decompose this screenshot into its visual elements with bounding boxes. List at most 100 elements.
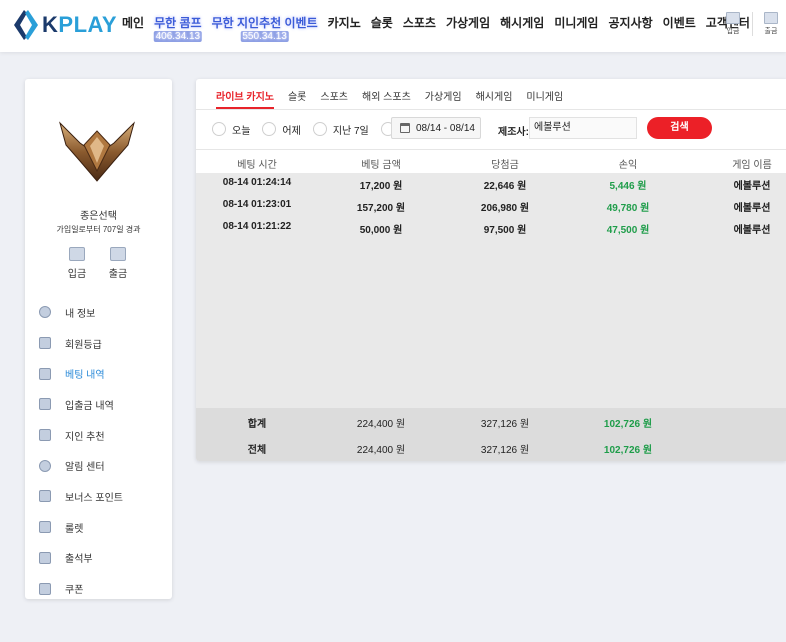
wallet-icon	[39, 398, 51, 411]
cell-game-name: 에볼루션	[733, 225, 771, 236]
col-game-name: 게임 이름	[732, 160, 772, 171]
table-header: 베팅 시간 베팅 금액 당첨금 손익 게임 이름	[196, 149, 786, 173]
sidebar-item-transactions[interactable]: 입출금 내역	[39, 389, 169, 420]
sidebar-item-label: 룰렛	[65, 523, 84, 535]
sidebar-item-notifications[interactable]: 알림 센터	[39, 450, 169, 481]
sidebar-deposit-button[interactable]: 입금	[65, 247, 89, 280]
filter-yesterday-radio[interactable]: 어제	[262, 122, 301, 137]
radio-circle	[262, 122, 277, 136]
referral-icon	[39, 429, 51, 442]
tab-live-casino[interactable]: 라이브 카지노	[216, 88, 274, 109]
rank-icon	[39, 337, 51, 350]
header-deposit-label: 입금	[726, 28, 740, 35]
cell-profit: 47,500 원	[606, 225, 650, 236]
col-winnings: 당첨금	[491, 160, 519, 171]
sidebar-deposit-label: 입금	[67, 269, 87, 280]
sidebar-item-referral[interactable]: 지인 추천	[39, 420, 169, 451]
header-withdraw-button[interactable]: 출금	[760, 12, 782, 36]
nav-notice[interactable]: 공지사항	[608, 14, 652, 31]
search-button[interactable]: 검색	[647, 117, 712, 139]
sidebar-item-coupon[interactable]: 쿠폰	[39, 573, 169, 604]
sidebar-item-label: 입출금 내역	[65, 400, 114, 412]
nav-hash[interactable]: 해시게임	[500, 14, 544, 31]
radio-circle	[312, 122, 327, 136]
sidebar-item-label: 출석부	[65, 554, 93, 566]
user-nickname: 종은선택	[80, 211, 117, 222]
nav-virtual[interactable]: 가상게임	[446, 14, 490, 31]
sidebar-item-attendance[interactable]: 출석부	[39, 543, 169, 574]
sidebar-item-label: 내 정보	[65, 308, 96, 320]
provider-select[interactable]: 에볼루션	[529, 117, 637, 139]
sidebar-item-betting-history[interactable]: 베팅 내역	[39, 358, 169, 389]
nav-mini[interactable]: 미니게임	[554, 14, 598, 31]
tab-divider	[196, 109, 786, 110]
cell-winnings: 22,646 원	[483, 181, 527, 192]
tab-slot[interactable]: 슬롯	[288, 88, 306, 109]
betting-icon	[39, 367, 51, 380]
nav-comp-event[interactable]: 무한 콤프 406.34.13	[153, 14, 203, 42]
total-bet-amount: 224,400 원	[356, 445, 406, 456]
logo-chevron-icon	[14, 10, 38, 40]
sidebar-item-label: 쿠폰	[65, 585, 84, 597]
roulette-icon	[39, 521, 51, 534]
sidebar-withdraw-button[interactable]: 출금	[106, 247, 130, 280]
cell-bet-time: 08-14 01:21:22	[222, 221, 292, 232]
col-profit: 손익	[618, 160, 638, 171]
withdraw-icon	[110, 247, 126, 261]
tab-sports[interactable]: 스포츠	[320, 88, 348, 109]
nav-sports[interactable]: 스포츠	[403, 14, 436, 31]
sidebar-item-label: 보너스 포인트	[65, 492, 123, 504]
calendar-icon	[400, 123, 410, 133]
nav-main[interactable]: 메인	[122, 14, 144, 31]
sidebar-item-rank[interactable]: 회원등급	[39, 328, 169, 359]
kplay-logo[interactable]: KPLAY	[12, 8, 117, 42]
attendance-icon	[39, 551, 51, 564]
betting-history-panel: 라이브 카지노 슬롯 스포츠 해외 스포츠 가상게임 해시게임 미니게임 오늘 …	[196, 79, 786, 461]
header-divider	[752, 12, 753, 36]
cell-winnings: 97,500 원	[483, 225, 527, 236]
col-bet-amount: 베팅 금액	[361, 160, 401, 171]
table-body: 08-14 01:24:14 17,200 원 22,646 원 5,446 원…	[196, 173, 786, 408]
table-row[interactable]: 08-14 01:24:14 17,200 원 22,646 원 5,446 원…	[196, 173, 786, 195]
subtotal-profit: 102,726 원	[603, 419, 653, 430]
cell-bet-amount: 17,200 원	[359, 181, 403, 192]
deposit-icon	[726, 12, 740, 24]
header-withdraw-label: 출금	[764, 28, 778, 35]
filter-last7-radio[interactable]: 지난 7일	[312, 122, 369, 137]
sidebar-menu: 내 정보 회원등급 베팅 내역 입출금 내역 지인 추천 알림 센터 보너스 포…	[39, 297, 169, 604]
rank-badge-icon	[59, 121, 135, 182]
cell-bet-amount: 50,000 원	[359, 225, 403, 236]
tab-hash[interactable]: 해시게임	[476, 88, 513, 109]
table-row[interactable]: 08-14 01:23:01 157,200 원 206,980 원 49,78…	[196, 195, 786, 217]
nav-event[interactable]: 이벤트	[663, 14, 696, 31]
main-nav: 메인 무한 콤프 406.34.13 무한 지인추천 이벤트 550.34.13 카…	[122, 14, 760, 42]
sidebar-item-label: 지인 추천	[65, 431, 105, 443]
tab-overseas-sports[interactable]: 해외 스포츠	[362, 88, 411, 109]
nav-referral-event[interactable]: 무한 지인추천 이벤트 550.34.13	[212, 14, 318, 42]
cell-bet-time: 08-14 01:24:14	[222, 177, 292, 188]
cell-bet-time: 08-14 01:23:01	[222, 199, 292, 210]
cell-profit: 5,446 원	[609, 181, 647, 192]
table-row[interactable]: 08-14 01:21:22 50,000 원 97,500 원 47,500 …	[196, 217, 786, 239]
sidebar-item-bonus-points[interactable]: 보너스 포인트	[39, 481, 169, 512]
total-label: 전체	[247, 445, 267, 456]
sidebar-item-label: 베팅 내역	[65, 370, 105, 382]
tab-mini[interactable]: 미니게임	[526, 88, 563, 109]
nav-casino[interactable]: 카지노	[328, 14, 361, 31]
member-since-text: 가입일로부터 707일 경과	[56, 225, 141, 234]
sidebar-item-roulette[interactable]: 룰렛	[39, 512, 169, 543]
subtotal-row: 합계 224,400 원 327,126 원 102,726 원	[196, 408, 786, 434]
header-deposit-button[interactable]: 입금	[722, 12, 744, 36]
mypage-sidebar: 종은선택 가입일로부터 707일 경과 입금 출금 내 정보 회원등급 베팅 내…	[25, 79, 172, 599]
date-range-picker[interactable]: 08/14 - 08/14	[391, 117, 481, 139]
sidebar-item-my-info[interactable]: 내 정보	[39, 297, 169, 328]
game-category-tabs: 라이브 카지노 슬롯 스포츠 해외 스포츠 가상게임 해시게임 미니게임	[216, 88, 577, 109]
filter-today-radio[interactable]: 오늘	[212, 122, 250, 137]
cell-game-name: 에볼루션	[733, 203, 771, 214]
nav-slot[interactable]: 슬롯	[371, 14, 393, 31]
tab-virtual[interactable]: 가상게임	[425, 88, 462, 109]
total-winnings: 327,126 원	[480, 445, 530, 456]
sidebar-item-label: 회원등급	[65, 339, 102, 351]
top-header: KPLAY 메인 무한 콤프 406.34.13 무한 지인추천 이벤트 550.3…	[0, 0, 786, 52]
cell-bet-amount: 157,200 원	[356, 203, 406, 214]
